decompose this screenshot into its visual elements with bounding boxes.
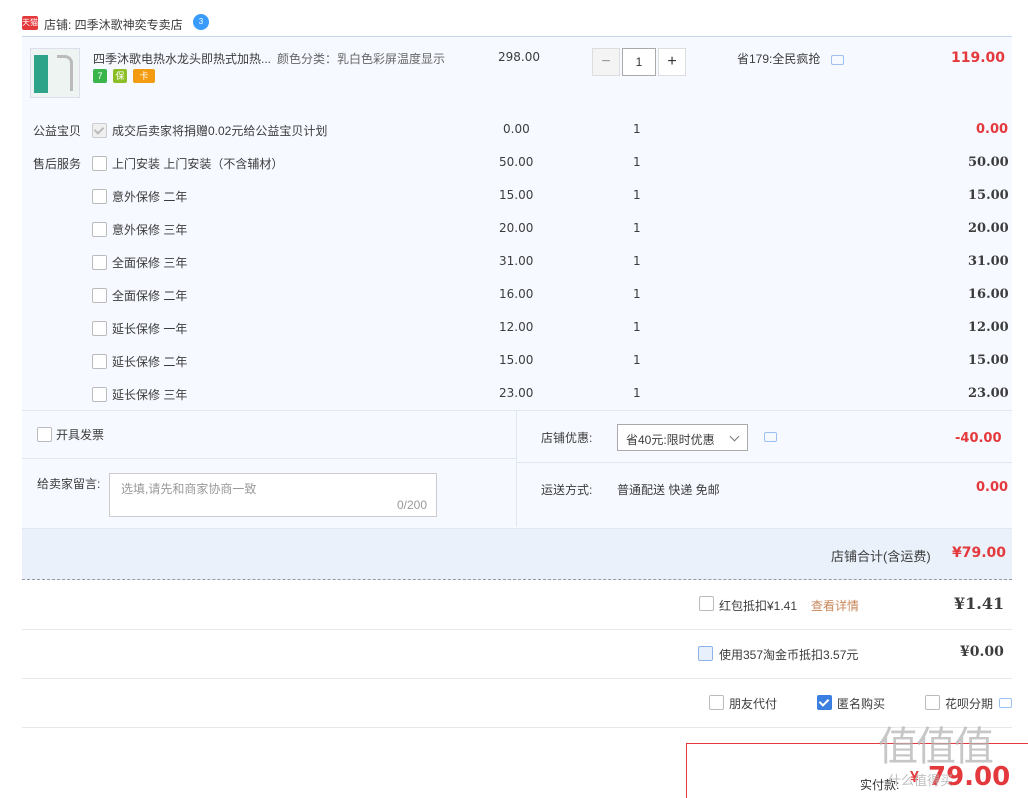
redpacket-checkbox[interactable]	[699, 596, 714, 611]
service-name: 上门安装 上门安装（不含辅材）	[112, 157, 284, 171]
shop-name-link[interactable]: 店铺: 四季沐歌神奕专卖店	[44, 16, 183, 33]
service-price: 16.00	[499, 287, 534, 301]
service-qty: 1	[633, 386, 641, 400]
service-price: 15.00	[499, 353, 534, 367]
discount-info-icon[interactable]	[764, 432, 777, 442]
redpacket-label: 红包抵扣¥1.41	[719, 599, 798, 613]
memo-placeholder: 选填,请先和商家协商一致	[121, 482, 257, 496]
product-title-link[interactable]: 四季沐歌电热水龙头即热式加热...	[93, 50, 271, 67]
product-thumbnail[interactable]	[30, 48, 80, 98]
service-checkbox[interactable]	[92, 354, 107, 369]
shop-discount-amount: -40.00	[955, 431, 1002, 446]
promo-text: 省179:全民疯抢	[737, 52, 821, 66]
huabei-checkbox[interactable]	[925, 695, 940, 710]
invoice-label: 开具发票	[56, 428, 105, 442]
service-name: 全面保修 二年	[112, 289, 188, 303]
coins-amount: ¥0.00	[960, 644, 1004, 660]
memo-char-count: 0/200	[396, 498, 427, 512]
service-name: 意外保修 三年	[112, 223, 188, 237]
service-total: 23.00	[968, 386, 1009, 401]
quantity-plus-button[interactable]: +	[658, 48, 686, 76]
coins-label: 使用357淘金币抵扣3.57元	[719, 648, 859, 662]
huabei-info-icon[interactable]	[999, 698, 1012, 708]
quantity-minus-button[interactable]: −	[592, 48, 620, 76]
shipping-amount: 0.00	[976, 480, 1009, 495]
service-price: 50.00	[499, 155, 534, 169]
promo-info-icon[interactable]	[831, 55, 844, 65]
service-name: 全面保修 三年	[112, 256, 188, 270]
shop-discount-select[interactable]: 省40元:限时优惠	[617, 424, 748, 451]
charity-label: 公益宝贝	[33, 124, 82, 138]
service-checkbox[interactable]	[92, 222, 107, 237]
service-checkbox[interactable]	[92, 288, 107, 303]
service-name: 意外保修 二年	[112, 190, 188, 204]
service-total: 15.00	[968, 353, 1009, 368]
service-name: 延长保修 三年	[112, 388, 188, 402]
site-watermark: 值值值	[878, 724, 994, 770]
quantity-stepper: − 1 +	[592, 48, 688, 76]
tmall-logo: 天猫	[22, 16, 38, 30]
charity-price: 0.00	[503, 122, 530, 136]
service-price: 31.00	[499, 254, 534, 268]
charity-qty: 1	[633, 122, 641, 136]
memo-label: 给卖家留言:	[37, 477, 101, 491]
service-qty: 1	[633, 353, 641, 367]
friend-pay-checkbox[interactable]	[709, 695, 724, 710]
anonymous-label: 匿名购买	[837, 697, 886, 711]
service-price: 15.00	[499, 188, 534, 202]
wangwang-chat-icon[interactable]: 3	[193, 14, 209, 30]
guarantee-icon[interactable]: 保	[113, 69, 127, 83]
service-price: 23.00	[499, 386, 534, 400]
shop-total-amount: ¥79.00	[952, 545, 1007, 561]
charity-total: 0.00	[976, 122, 1009, 137]
service-total: 16.00	[968, 287, 1009, 302]
service-total: 31.00	[968, 254, 1009, 269]
credit-card-icon[interactable]: 卡	[133, 69, 155, 83]
friend-pay-label: 朋友代付	[729, 697, 778, 711]
service-qty: 1	[633, 221, 641, 235]
quantity-input[interactable]: 1	[622, 48, 656, 76]
service-total: 15.00	[968, 188, 1009, 203]
redpacket-detail-link[interactable]: 查看详情	[811, 597, 859, 614]
service-total: 12.00	[968, 320, 1009, 335]
chevron-down-icon	[729, 431, 740, 442]
coins-checkbox[interactable]	[698, 646, 713, 661]
after-sales-label: 售后服务	[33, 157, 82, 171]
charity-name: 成交后卖家将捐赠0.02元给公益宝贝计划	[112, 124, 328, 138]
service-price: 12.00	[499, 320, 534, 334]
anonymous-checkbox[interactable]	[817, 695, 832, 710]
shop-total-label: 店铺合计(含运费)	[831, 549, 931, 564]
shop-discount-label: 店铺优惠:	[541, 431, 593, 445]
service-checkbox[interactable]	[92, 387, 107, 402]
shipping-method: 普通配送 快递 免邮	[617, 483, 720, 497]
service-qty: 1	[633, 287, 641, 301]
shop-discount-value: 省40元:限时优惠	[626, 433, 715, 447]
product-attribute: 颜色分类：乳白色彩屏温度显示	[277, 52, 446, 66]
service-qty: 1	[633, 320, 641, 334]
service-qty: 1	[633, 188, 641, 202]
service-name: 延长保修 一年	[112, 322, 188, 336]
service-checkbox[interactable]	[92, 255, 107, 270]
seven-day-return-icon[interactable]: 7	[93, 69, 107, 83]
service-total: 50.00	[968, 155, 1009, 170]
service-checkbox[interactable]	[92, 321, 107, 336]
product-subtotal: 119.00	[951, 50, 1006, 66]
shipping-label: 运送方式:	[541, 483, 593, 497]
invoice-checkbox[interactable]	[37, 427, 52, 442]
service-checkbox[interactable]	[92, 189, 107, 204]
huabei-label: 花呗分期	[945, 697, 994, 711]
site-watermark-text: 什么值得买	[888, 773, 954, 788]
service-name: 延长保修 二年	[112, 355, 188, 369]
service-price: 20.00	[499, 221, 534, 235]
redpacket-amount: ¥1.41	[954, 594, 1005, 613]
service-qty: 1	[633, 155, 641, 169]
product-unit-price: 298.00	[498, 50, 540, 64]
memo-textarea[interactable]: 选填,请先和商家协商一致 0/200	[109, 473, 437, 517]
charity-checkbox	[92, 123, 107, 138]
service-checkbox[interactable]	[92, 156, 107, 171]
service-qty: 1	[633, 254, 641, 268]
service-total: 20.00	[968, 221, 1009, 236]
